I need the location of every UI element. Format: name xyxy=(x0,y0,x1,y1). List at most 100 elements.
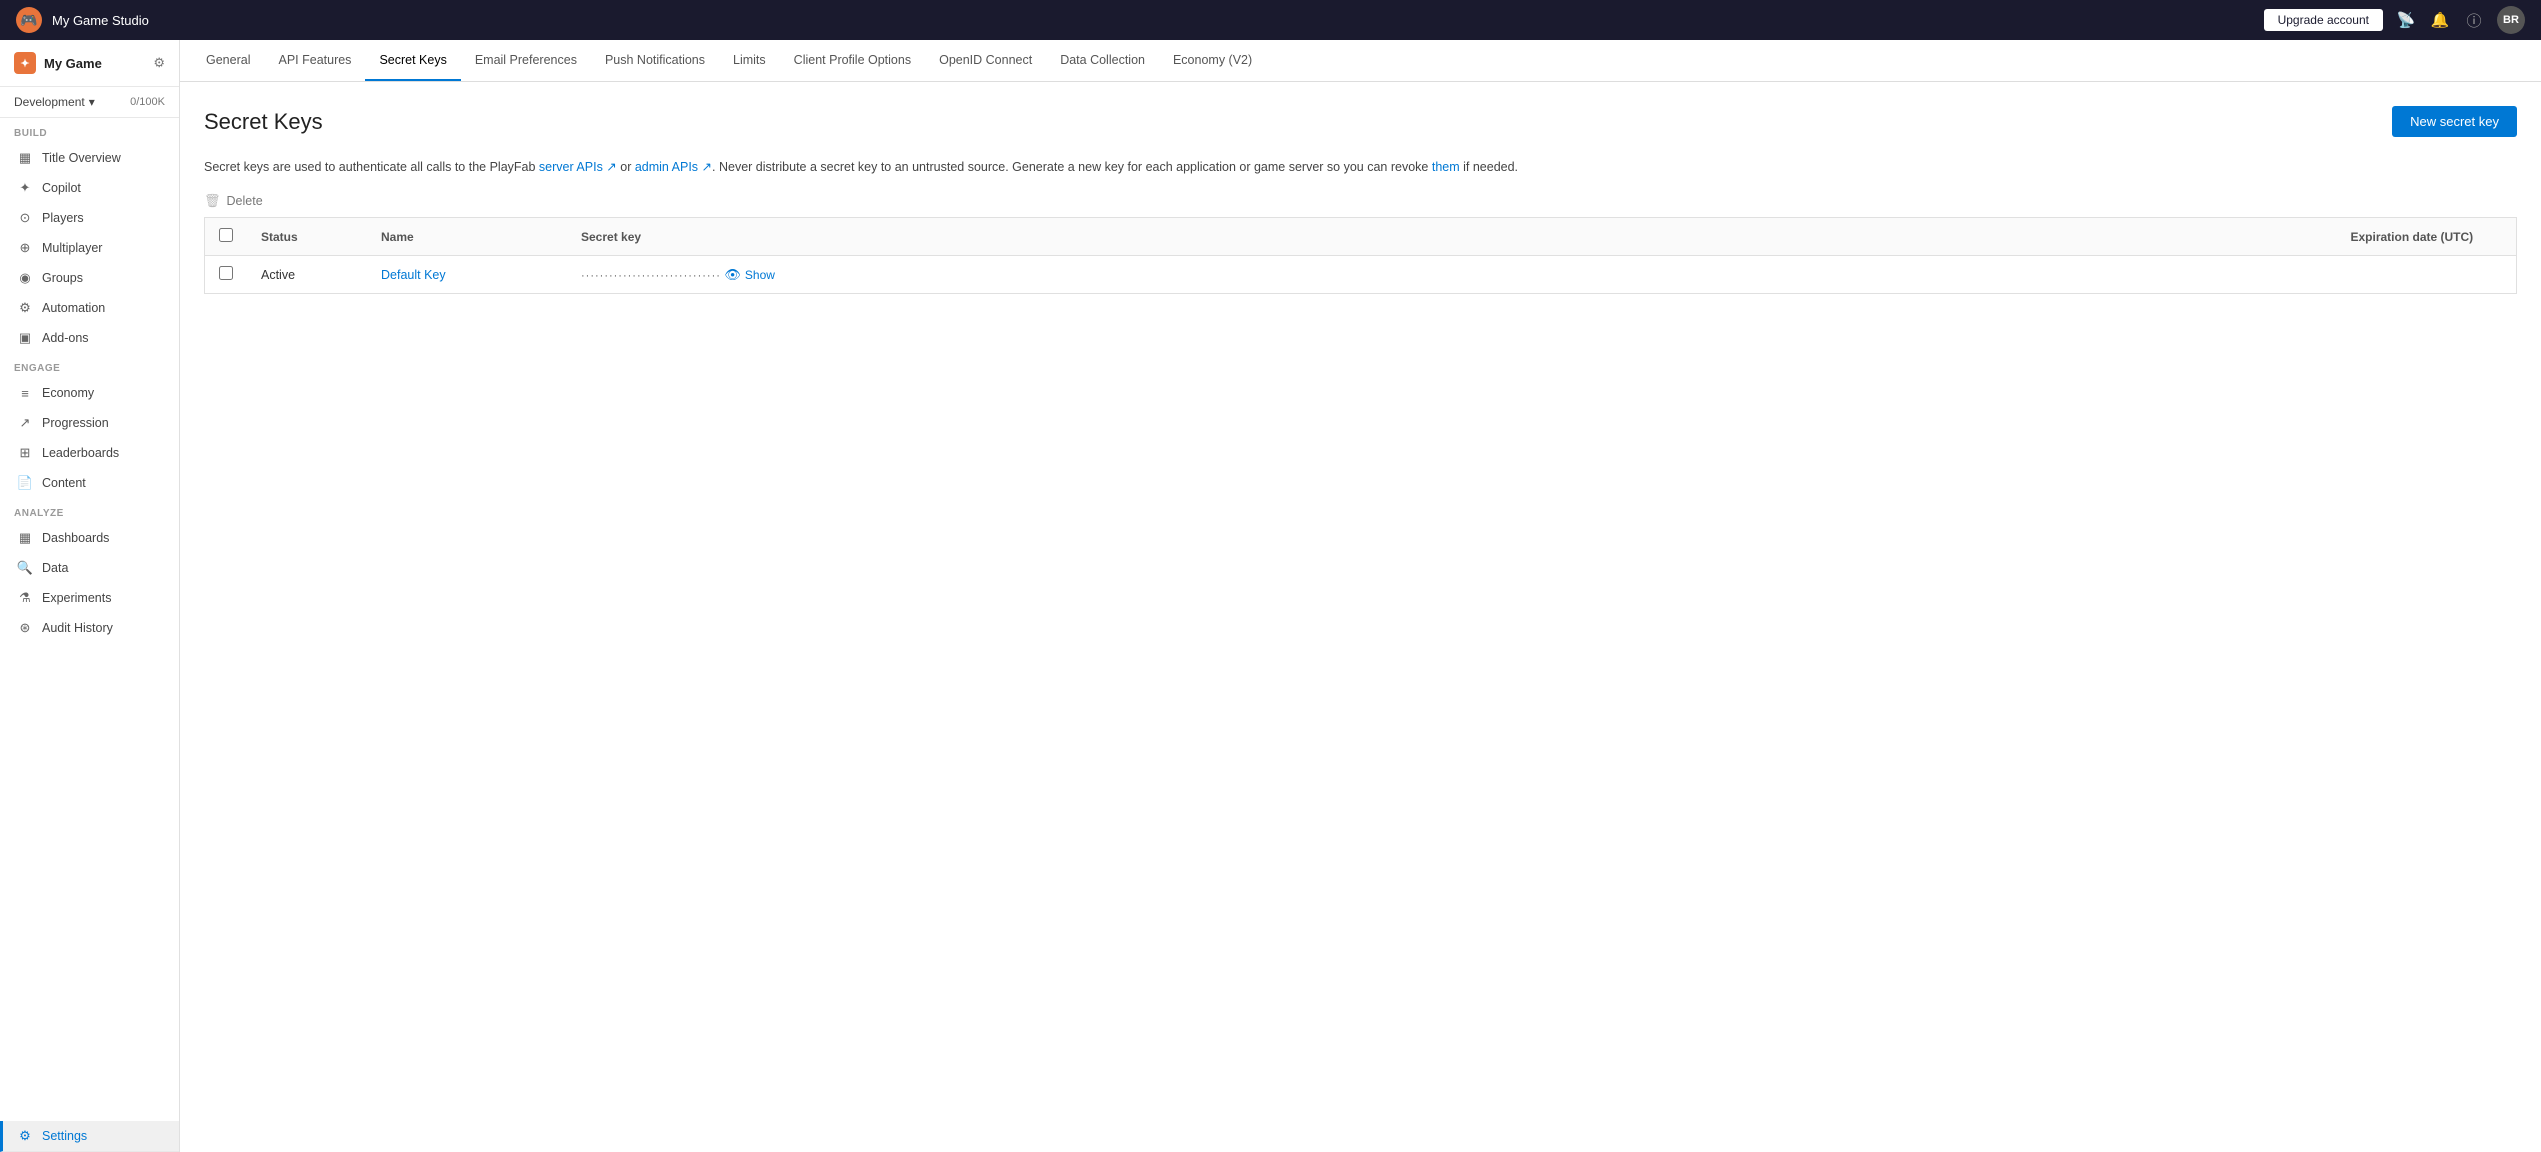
page-title: Secret Keys xyxy=(204,109,323,135)
data-icon: 🔍 xyxy=(17,560,33,576)
row-checkbox[interactable] xyxy=(219,266,233,280)
table-row: Active Default Key ·····················… xyxy=(205,256,2517,294)
sidebar-item-multiplayer[interactable]: ⊕ Multiplayer xyxy=(0,233,179,263)
avatar[interactable]: BR xyxy=(2497,6,2525,34)
build-section-label: BUILD xyxy=(0,118,179,143)
sidebar: ✦ My Game ⚙ Development ▾ 0/100K BUILD ▦… xyxy=(0,40,180,1152)
sidebar-item-label: Multiplayer xyxy=(42,241,102,255)
dashboards-icon: ▦ xyxy=(17,530,33,546)
delete-icon: 🗑 xyxy=(204,193,221,209)
content-icon: 📄 xyxy=(17,475,33,491)
tab-openid-connect[interactable]: OpenID Connect xyxy=(925,40,1046,81)
sidebar-item-audit-history[interactable]: ⊛ Audit History xyxy=(0,613,179,643)
table-header-checkbox xyxy=(205,218,248,256)
topbar: 🎮 My Game Studio Upgrade account 📡 🔔 ⓘ B… xyxy=(0,0,2541,40)
analyze-section-label: ANALYZE xyxy=(0,498,179,523)
show-key-button[interactable]: 👁 Show xyxy=(724,267,775,283)
sidebar-item-economy[interactable]: ≡ Economy xyxy=(0,378,179,408)
them-link[interactable]: them xyxy=(1432,160,1460,174)
sidebar-item-label: Add-ons xyxy=(42,331,89,345)
upgrade-button[interactable]: Upgrade account xyxy=(2264,9,2383,31)
tab-limits[interactable]: Limits xyxy=(719,40,780,81)
settings-icon: ⚙ xyxy=(17,1128,33,1144)
multiplayer-icon: ⊕ xyxy=(17,240,33,256)
sidebar-item-label: Copilot xyxy=(42,181,81,195)
content-area: General API Features Secret Keys Email P… xyxy=(180,40,2541,1152)
app-settings-icon[interactable]: ⚙ xyxy=(153,55,165,71)
sidebar-item-leaderboards[interactable]: ⊞ Leaderboards xyxy=(0,438,179,468)
row-name: Default Key xyxy=(367,256,567,294)
description-text: Secret keys are used to authenticate all… xyxy=(204,157,2517,177)
addons-icon: ▣ xyxy=(17,330,33,346)
sidebar-item-label: Settings xyxy=(42,1129,87,1143)
broadcast-icon[interactable]: 📡 xyxy=(2395,9,2417,31)
tab-email-preferences[interactable]: Email Preferences xyxy=(461,40,591,81)
topbar-left: 🎮 My Game Studio xyxy=(16,7,149,33)
key-dots: ······························ xyxy=(581,270,721,282)
sidebar-item-settings[interactable]: ⚙ Settings xyxy=(0,1121,179,1152)
keys-table: Status Name Secret key Expiration date (… xyxy=(204,217,2517,294)
app-logo-icon: 🎮 xyxy=(16,7,42,33)
key-name-link[interactable]: Default Key xyxy=(381,268,446,282)
app-icon: ✦ xyxy=(14,52,36,74)
server-apis-link[interactable]: server APIs ↗ xyxy=(539,160,617,174)
sidebar-item-experiments[interactable]: ⚗ Experiments xyxy=(0,583,179,613)
bell-icon[interactable]: 🔔 xyxy=(2429,9,2451,31)
sidebar-item-label: Automation xyxy=(42,301,105,315)
table-header-row: Status Name Secret key Expiration date (… xyxy=(205,218,2517,256)
sidebar-item-label: Groups xyxy=(42,271,83,285)
sidebar-item-label: Dashboards xyxy=(42,531,109,545)
tab-bar: General API Features Secret Keys Email P… xyxy=(180,40,2541,82)
help-icon[interactable]: ⓘ xyxy=(2463,9,2485,31)
sidebar-item-title-overview[interactable]: ▦ Title Overview xyxy=(0,143,179,173)
automation-icon: ⚙ xyxy=(17,300,33,316)
app-name: ✦ My Game xyxy=(14,52,102,74)
sidebar-item-content[interactable]: 📄 Content xyxy=(0,468,179,498)
sidebar-item-automation[interactable]: ⚙ Automation xyxy=(0,293,179,323)
table-header-status: Status xyxy=(247,218,367,256)
groups-icon: ◉ xyxy=(17,270,33,286)
sidebar-item-data[interactable]: 🔍 Data xyxy=(0,553,179,583)
sidebar-header: ✦ My Game ⚙ xyxy=(0,40,179,87)
copilot-icon: ✦ xyxy=(17,180,33,196)
sidebar-item-label: Title Overview xyxy=(42,151,121,165)
chevron-down-icon: ▾ xyxy=(89,95,95,109)
admin-apis-link[interactable]: admin APIs ↗ xyxy=(635,160,712,174)
row-key: ······························ 👁 Show xyxy=(567,256,2337,294)
sidebar-item-label: Data xyxy=(42,561,68,575)
economy-icon: ≡ xyxy=(17,385,33,401)
sidebar-item-copilot[interactable]: ✦ Copilot xyxy=(0,173,179,203)
sidebar-item-players[interactable]: ⊙ Players xyxy=(0,203,179,233)
tab-secret-keys[interactable]: Secret Keys xyxy=(365,40,460,81)
sidebar-item-groups[interactable]: ◉ Groups xyxy=(0,263,179,293)
sidebar-item-progression[interactable]: ↗ Progression xyxy=(0,408,179,438)
sidebar-item-addons[interactable]: ▣ Add-ons xyxy=(0,323,179,353)
tab-client-profile-options[interactable]: Client Profile Options xyxy=(780,40,925,81)
page-content: Secret Keys New secret key Secret keys a… xyxy=(180,82,2541,1152)
tab-push-notifications[interactable]: Push Notifications xyxy=(591,40,719,81)
tab-economy-v2[interactable]: Economy (V2) xyxy=(1159,40,1266,81)
tab-api-features[interactable]: API Features xyxy=(264,40,365,81)
sidebar-item-label: Progression xyxy=(42,416,109,430)
tab-general[interactable]: General xyxy=(192,40,264,81)
tab-data-collection[interactable]: Data Collection xyxy=(1046,40,1159,81)
players-icon: ⊙ xyxy=(17,210,33,226)
page-title-bar: Secret Keys New secret key xyxy=(204,106,2517,137)
progression-icon: ↗ xyxy=(17,415,33,431)
new-secret-key-button[interactable]: New secret key xyxy=(2392,106,2517,137)
row-expiration xyxy=(2337,256,2517,294)
env-selector[interactable]: Development ▾ 0/100K xyxy=(0,87,179,118)
sidebar-item-label: Experiments xyxy=(42,591,111,605)
studio-name: My Game Studio xyxy=(52,13,149,28)
eye-icon: 👁 xyxy=(724,267,741,283)
sidebar-item-label: Content xyxy=(42,476,86,490)
select-all-checkbox[interactable] xyxy=(219,228,233,242)
env-name[interactable]: Development ▾ xyxy=(14,95,95,109)
delete-label[interactable]: Delete xyxy=(227,194,263,208)
sidebar-item-label: Economy xyxy=(42,386,94,400)
row-checkbox-cell xyxy=(205,256,248,294)
title-overview-icon: ▦ xyxy=(17,150,33,166)
row-status: Active xyxy=(247,256,367,294)
sidebar-item-dashboards[interactable]: ▦ Dashboards xyxy=(0,523,179,553)
env-count: 0/100K xyxy=(130,96,165,108)
